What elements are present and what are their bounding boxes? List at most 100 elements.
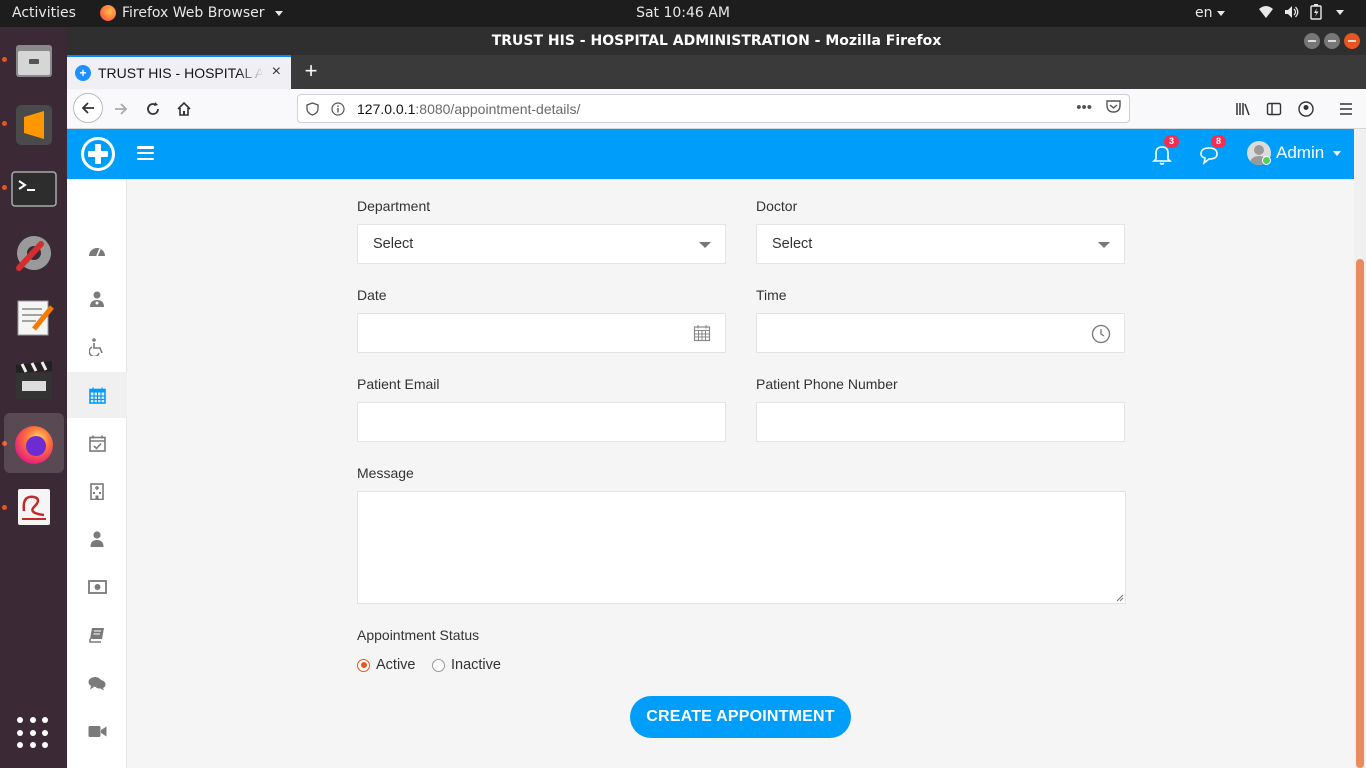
sidebar <box>67 179 127 768</box>
patient-email-input[interactable] <box>357 402 726 442</box>
sidebar-item-doctors[interactable] <box>67 276 127 322</box>
chevron-down-icon <box>1098 242 1110 248</box>
hamburger-menu-icon <box>1340 103 1352 115</box>
account-button[interactable] <box>1292 95 1320 123</box>
hospital-logo-icon[interactable] <box>81 137 115 171</box>
sidebar-icon <box>1266 102 1282 116</box>
arrow-left-icon <box>81 102 94 114</box>
comments-icon <box>88 676 106 690</box>
sidebar-item-employees[interactable] <box>67 516 127 562</box>
sublime-text-icon[interactable] <box>4 95 64 155</box>
home-icon <box>177 101 191 116</box>
sidebar-item-departments[interactable] <box>67 468 127 514</box>
chevron-down-icon <box>274 10 283 16</box>
department-selected-value: Select <box>373 236 414 252</box>
close-window-button[interactable] <box>1344 33 1360 49</box>
url-path: :8080/appointment-details/ <box>415 100 581 117</box>
new-tab-button[interactable]: + <box>299 58 323 84</box>
reload-button[interactable] <box>139 95 167 123</box>
sidebar-item-video-call[interactable] <box>67 708 127 754</box>
firefox-icon <box>100 5 116 21</box>
text-editor-icon[interactable] <box>4 287 64 347</box>
window-title: TRUST HIS - HOSPITAL ADMINISTRATION - Mo… <box>491 33 942 49</box>
video-camera-icon <box>88 725 106 737</box>
menu-toggle-icon[interactable] <box>137 146 154 160</box>
back-button[interactable] <box>73 93 103 123</box>
create-appointment-button[interactable]: CREATE APPOINTMENT <box>630 696 851 738</box>
settings-icon[interactable] <box>4 223 64 283</box>
calendar-icon[interactable] <box>693 324 711 342</box>
terminal-icon[interactable] <box>4 159 64 219</box>
department-select[interactable]: Select <box>357 224 726 264</box>
user-icon <box>90 531 104 547</box>
library-icon <box>1236 103 1250 116</box>
chat-bubble-icon <box>1200 147 1218 165</box>
notifications-button[interactable]: 3 <box>1152 135 1179 167</box>
reload-icon <box>147 102 159 115</box>
tab-active[interactable]: + TRUST HIS - HOSPITAL ADMINISTRATION × <box>67 55 291 89</box>
status-inactive-radio[interactable]: Inactive <box>432 657 501 673</box>
appointment-status-label: Appointment Status <box>357 627 480 643</box>
system-tray[interactable] <box>1258 4 1344 20</box>
show-applications-icon[interactable] <box>17 717 49 749</box>
minimize-button[interactable] <box>1304 33 1320 49</box>
sidebar-item-chat[interactable] <box>67 660 127 706</box>
status-active-label: Active <box>376 657 416 673</box>
close-tab-icon[interactable]: × <box>272 63 281 81</box>
patient-phone-input[interactable] <box>756 402 1125 442</box>
firefox-icon[interactable] <box>4 413 64 473</box>
page-actions-icon[interactable]: ••• <box>1076 99 1092 116</box>
maximize-button[interactable] <box>1324 33 1340 49</box>
window-title-bar: TRUST HIS - HOSPITAL ADMINISTRATION - Mo… <box>67 27 1366 55</box>
chevron-down-icon <box>699 242 711 248</box>
calendar-icon <box>88 387 106 404</box>
calendar-check-icon <box>88 435 106 452</box>
patient-email-label: Patient Email <box>357 376 440 392</box>
pocket-icon[interactable] <box>1106 99 1121 113</box>
message-label: Message <box>357 465 414 481</box>
open-menu-button[interactable] <box>1332 95 1360 123</box>
scrollbar-thumb[interactable] <box>1356 259 1364 768</box>
hospital-favicon-icon: + <box>75 65 91 81</box>
library-button[interactable] <box>1229 95 1257 123</box>
status-active-radio[interactable]: Active <box>357 657 416 673</box>
sidebar-item-appointments[interactable] <box>67 372 127 418</box>
tracking-protection-icon[interactable] <box>306 101 319 116</box>
tab-title: TRUST HIS - HOSPITAL ADMINISTRATION <box>98 65 263 81</box>
messages-button[interactable]: 8 <box>1199 135 1226 167</box>
url-bar[interactable]: 127.0.0.1:8080/appointment-details/ ••• <box>297 94 1130 123</box>
url-host: 127.0.0.1 <box>357 100 416 117</box>
user-name: Admin <box>1276 143 1325 162</box>
message-textarea[interactable] <box>357 491 1126 604</box>
sidebar-item-accounts[interactable] <box>67 564 127 610</box>
document-viewer-icon[interactable] <box>4 477 64 537</box>
chevron-down-icon <box>1333 150 1342 156</box>
activities-button[interactable]: Activities <box>12 5 76 21</box>
page-scrollbar[interactable] <box>1354 129 1366 768</box>
site-info-icon[interactable] <box>331 101 345 116</box>
sidebar-item-reports[interactable] <box>67 612 127 658</box>
resize-handle-icon[interactable] <box>1114 592 1124 602</box>
url-text: 127.0.0.1:8080/appointment-details/ <box>357 101 580 117</box>
sidebar-item-dashboard[interactable] <box>67 228 127 274</box>
date-input[interactable] <box>357 313 726 353</box>
clock[interactable]: Sat 10:46 AM <box>636 5 730 21</box>
sidebar-item-schedule[interactable] <box>67 420 127 466</box>
time-input[interactable] <box>756 313 1125 353</box>
radio-checked-icon <box>357 658 370 672</box>
app-menu[interactable]: Firefox Web Browser <box>100 5 283 21</box>
doctor-select[interactable]: Select <box>756 224 1125 264</box>
sidebar-button[interactable] <box>1260 95 1288 123</box>
forward-button[interactable] <box>107 95 135 123</box>
date-label: Date <box>357 287 387 303</box>
radio-unchecked-icon <box>432 658 445 672</box>
battery-icon <box>1310 4 1322 20</box>
home-button[interactable] <box>170 95 198 123</box>
patient-phone-label: Patient Phone Number <box>756 376 898 392</box>
sidebar-item-patients[interactable] <box>67 324 127 370</box>
user-menu[interactable]: Admin <box>1247 141 1342 165</box>
files-icon[interactable] <box>4 31 64 91</box>
video-editor-icon[interactable] <box>4 351 64 411</box>
language-indicator[interactable]: en <box>1195 5 1225 21</box>
clock-icon[interactable] <box>1091 324 1111 344</box>
